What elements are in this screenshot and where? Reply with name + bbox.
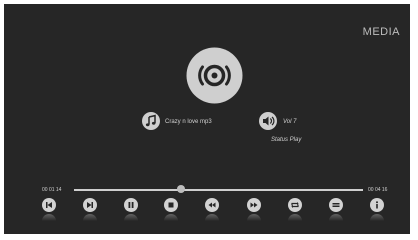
playback-controls <box>42 198 392 228</box>
skip-previous-button[interactable] <box>42 198 56 226</box>
stop-button[interactable] <box>164 198 178 226</box>
skip-previous-icon <box>46 202 52 208</box>
media-player-screen: MEDIA Crazy n love mp3 Vol 7 Status Play… <box>4 4 410 234</box>
pause-button[interactable] <box>124 198 138 226</box>
skip-next-icon <box>87 202 93 208</box>
disc-icon <box>186 47 243 104</box>
fast-forward-button[interactable] <box>247 198 261 226</box>
playlist-button[interactable] <box>329 198 343 226</box>
repeat-button[interactable] <box>288 198 302 226</box>
rewind-icon <box>208 202 216 208</box>
music-note-icon <box>142 112 160 130</box>
progress-track[interactable] <box>74 189 363 191</box>
speaker-icon <box>259 112 277 130</box>
app-title: MEDIA <box>362 26 400 38</box>
repeat-icon <box>291 202 299 208</box>
current-time: 00 01 14 <box>42 187 62 193</box>
pause-icon <box>128 202 134 208</box>
total-time: 00 04 16 <box>368 187 388 193</box>
track-name: Crazy n love mp3 <box>165 119 212 125</box>
info-button[interactable] <box>370 198 384 226</box>
list-icon <box>332 203 340 207</box>
volume-label: Vol 7 <box>283 119 297 125</box>
rewind-button[interactable] <box>205 198 219 226</box>
stop-icon <box>168 202 174 208</box>
info-icon <box>376 201 378 209</box>
status-label: Status Play <box>271 137 302 143</box>
progress-knob[interactable] <box>176 185 185 193</box>
fast-forward-icon <box>250 202 258 208</box>
skip-next-button[interactable] <box>83 198 97 226</box>
